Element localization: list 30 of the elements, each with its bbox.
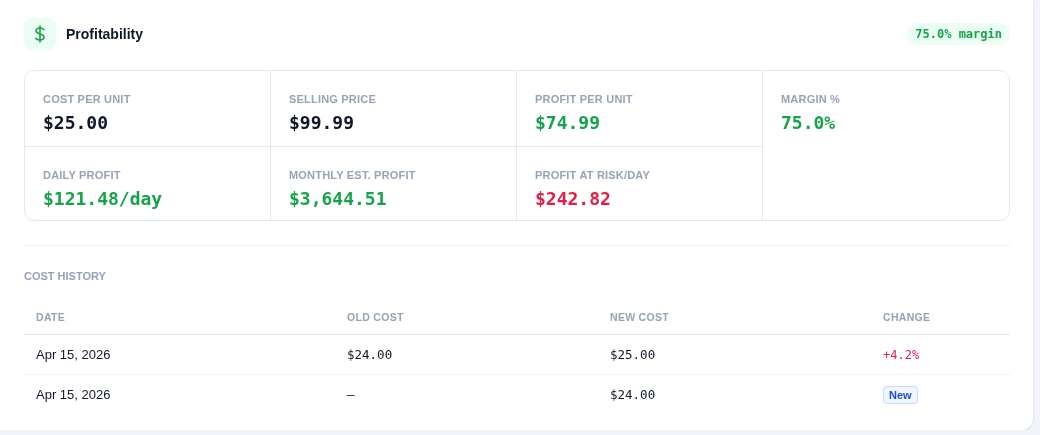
metric-value: 75.0% [781, 112, 836, 133]
column-header: DATE [24, 300, 335, 335]
metric-value: $242.82 [535, 188, 611, 209]
column-header: CHANGE [871, 300, 1010, 335]
column-header: OLD COST [335, 300, 598, 335]
metric-label: PROFIT AT RISK/DAY [535, 169, 651, 181]
column-header: NEW COST [598, 300, 871, 335]
table-cell: $25.00 [598, 334, 871, 375]
metric-label: MONTHLY EST. PROFIT [289, 169, 416, 181]
table-cell: Apr 15, 2026 [24, 374, 335, 414]
table-cell: Apr 15, 2026 [24, 334, 335, 375]
metric-value: $99.99 [289, 112, 355, 133]
card-title: Profitability [66, 26, 143, 42]
new-tag: New [883, 385, 918, 404]
dollar-icon [24, 18, 56, 50]
margin-badge: 75.0% margin [907, 23, 1010, 45]
metric-value: $25.00 [43, 112, 109, 133]
metric-label: MARGIN % [781, 93, 841, 105]
change-value: +4.2% [883, 348, 920, 362]
table-cell: — [335, 374, 598, 414]
metric-value: $121.48/day [43, 188, 163, 209]
section-title: COST HISTORY [24, 270, 106, 282]
metric-label: PROFIT PER UNIT [535, 93, 633, 105]
table-cell: $24.00 [335, 334, 598, 375]
metric-value: $3,644.51 [289, 188, 387, 209]
table-cell: $24.00 [598, 374, 871, 414]
metric-label: DAILY PROFIT [43, 169, 121, 181]
metric-label: SELLING PRICE [289, 93, 376, 105]
metric-value: $74.99 [535, 112, 601, 133]
metric-label: COST PER UNIT [43, 93, 131, 105]
